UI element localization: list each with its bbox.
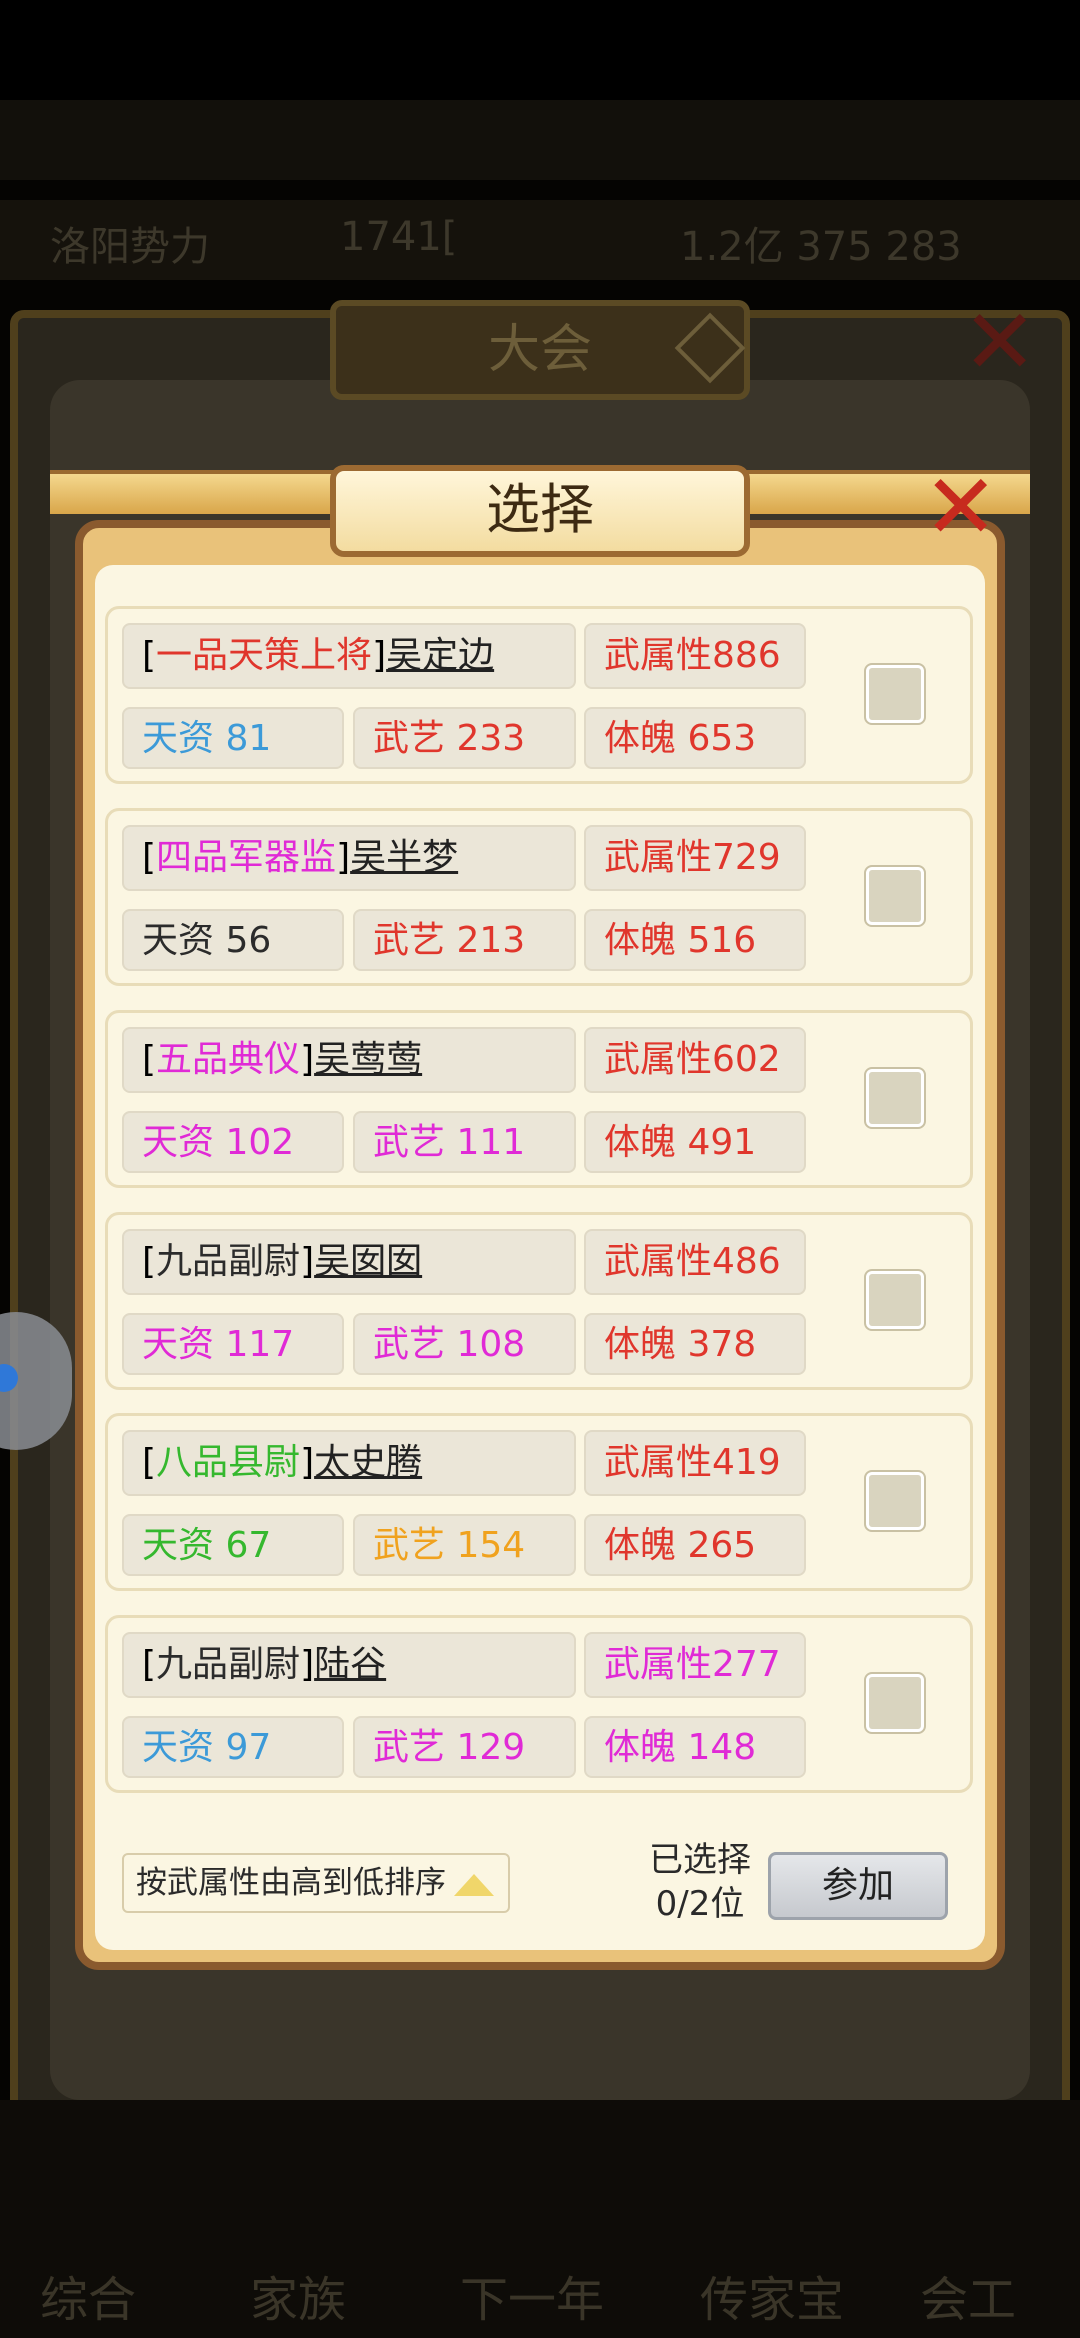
candidate-martial-skill: 武艺 154 <box>353 1514 576 1576</box>
rank-bracket-close: ] <box>300 1442 315 1483</box>
rank-bracket-open: [ <box>142 635 157 676</box>
sort-label: 按武属性由高到低排序 <box>136 1865 446 1901</box>
candidate-talent: 天资 97 <box>122 1716 344 1778</box>
candidate-martial-skill: 武艺 213 <box>353 909 576 971</box>
candidate-rank: 一品天策上将 <box>156 635 373 676</box>
candidate-rank: 九品副尉 <box>156 1644 301 1685</box>
rank-bracket-open: [ <box>142 1442 157 1483</box>
candidate-martial-skill: 武艺 111 <box>353 1111 576 1173</box>
candidate-name-cell: [五品典仪]吴莺莺 <box>122 1027 576 1093</box>
candidate-martial-skill: 武艺 129 <box>353 1716 576 1778</box>
candidate-talent: 天资 56 <box>122 909 344 971</box>
candidate-name[interactable]: 吴定边 <box>386 635 494 676</box>
candidate-name[interactable]: 吴半梦 <box>350 837 458 878</box>
rank-bracket-open: [ <box>142 1039 157 1080</box>
rank-bracket-close: ] <box>300 1241 315 1282</box>
rank-bracket-open: [ <box>142 1644 157 1685</box>
rank-bracket-close: ] <box>300 1644 315 1685</box>
candidate-rank: 八品县尉 <box>156 1442 301 1483</box>
candidate-select-checkbox[interactable] <box>864 1470 926 1532</box>
candidate-physique: 体魄 491 <box>584 1111 806 1173</box>
title-ribbon-left <box>50 470 370 514</box>
candidate-martial-attr: 武属性602 <box>584 1027 806 1093</box>
dialog-title: 选择 <box>330 465 750 557</box>
candidate-name-cell: [一品天策上将]吴定边 <box>122 623 576 689</box>
candidate-select-checkbox[interactable] <box>864 1269 926 1331</box>
candidate-martial-attr: 武属性277 <box>584 1632 806 1698</box>
nav-item-general[interactable]: 综合 <box>40 2260 136 2330</box>
join-button[interactable]: 参加 <box>768 1852 948 1920</box>
sort-ascending-icon <box>454 1873 494 1896</box>
candidate-physique: 体魄 516 <box>584 909 806 971</box>
candidate-name-cell: [九品副尉]吴囡囡 <box>122 1229 576 1295</box>
candidate-name-cell: [九品副尉]陆谷 <box>122 1632 576 1698</box>
sort-button[interactable]: 按武属性由高到低排序 <box>122 1853 510 1913</box>
bg-faction-name: 洛阳势力 <box>50 224 210 270</box>
rank-bracket-close: ] <box>372 635 387 676</box>
rank-bracket-close: ] <box>336 837 351 878</box>
candidate-card[interactable]: [九品副尉]陆谷 武属性277 天资 97 武艺 129 体魄 148 <box>105 1615 973 1793</box>
candidate-talent: 天资 117 <box>122 1313 344 1375</box>
candidate-card[interactable]: [五品典仪]吴莺莺 武属性602 天资 102 武艺 111 体魄 491 <box>105 1010 973 1188</box>
close-icon[interactable]: ✕ <box>923 455 998 560</box>
candidate-card[interactable]: [四品军器监]吴半梦 武属性729 天资 56 武艺 213 体魄 516 <box>105 808 973 986</box>
candidate-select-checkbox[interactable] <box>864 1672 926 1734</box>
candidate-talent: 天资 81 <box>122 707 344 769</box>
candidate-martial-attr: 武属性419 <box>584 1430 806 1496</box>
candidate-martial-attr: 武属性729 <box>584 825 806 891</box>
candidate-martial-attr: 武属性486 <box>584 1229 806 1295</box>
selected-label: 已选择 <box>649 1840 751 1880</box>
candidate-name-cell: [四品军器监]吴半梦 <box>122 825 576 891</box>
candidate-name[interactable]: 太史腾 <box>314 1442 422 1483</box>
candidate-martial-attr: 武属性886 <box>584 623 806 689</box>
nav-item-next-year[interactable]: 下一年 <box>460 2260 604 2330</box>
candidate-card[interactable]: [一品天策上将]吴定边 武属性886 天资 81 武艺 233 体魄 653 <box>105 606 973 784</box>
candidate-talent: 天资 67 <box>122 1514 344 1576</box>
top-status-area <box>0 0 1080 100</box>
candidate-name[interactable]: 陆谷 <box>314 1644 386 1685</box>
candidate-rank: 五品典仪 <box>156 1039 301 1080</box>
candidate-rank: 四品军器监 <box>156 837 337 878</box>
nav-item-heirloom[interactable]: 传家宝 <box>700 2260 844 2330</box>
candidate-physique: 体魄 378 <box>584 1313 806 1375</box>
candidate-physique: 体魄 653 <box>584 707 806 769</box>
candidate-martial-skill: 武艺 108 <box>353 1313 576 1375</box>
rank-bracket-open: [ <box>142 837 157 878</box>
candidate-name-cell: [八品县尉]太史腾 <box>122 1430 576 1496</box>
selected-value: 0/2位 <box>655 1884 745 1924</box>
candidate-select-checkbox[interactable] <box>864 663 926 725</box>
candidate-card[interactable]: [八品县尉]太史腾 武属性419 天资 67 武艺 154 体魄 265 <box>105 1413 973 1591</box>
candidate-talent: 天资 102 <box>122 1111 344 1173</box>
nav-item-family[interactable]: 家族 <box>250 2260 346 2330</box>
candidate-physique: 体魄 265 <box>584 1514 806 1576</box>
bg-score: 1741[ <box>340 214 458 260</box>
nav-item-other[interactable]: 会工 <box>920 2260 1016 2330</box>
rank-bracket-open: [ <box>142 1241 157 1282</box>
candidate-name[interactable]: 吴囡囡 <box>314 1241 422 1282</box>
rank-bracket-close: ] <box>300 1039 315 1080</box>
candidate-rank: 九品副尉 <box>156 1241 301 1282</box>
selected-count: 已选择 0/2位 <box>640 1838 760 1926</box>
candidate-name[interactable]: 吴莺莺 <box>314 1039 422 1080</box>
candidate-select-checkbox[interactable] <box>864 865 926 927</box>
candidate-physique: 体魄 148 <box>584 1716 806 1778</box>
candidate-select-checkbox[interactable] <box>864 1067 926 1129</box>
outer-close-icon[interactable]: ✕ <box>962 290 1037 395</box>
background-header <box>0 100 1080 180</box>
candidate-martial-skill: 武艺 233 <box>353 707 576 769</box>
bg-resources: 1.2亿 375 283 <box>680 224 962 270</box>
candidate-card[interactable]: [九品副尉]吴囡囡 武属性486 天资 117 武艺 108 体魄 378 <box>105 1212 973 1390</box>
